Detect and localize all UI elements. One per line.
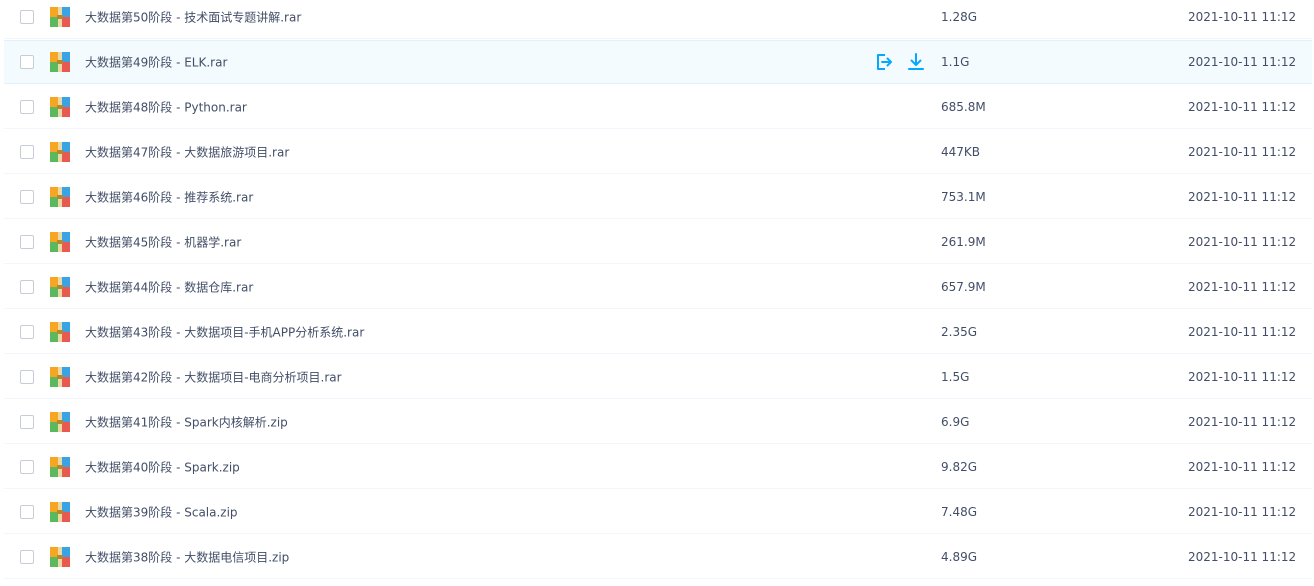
file-time: 2021-10-11 11:12 bbox=[1188, 234, 1297, 249]
file-name[interactable]: 大数据第43阶段 - 大数据项目-手机APP分析系统.rar bbox=[85, 323, 364, 340]
file-size: 1.28G bbox=[941, 9, 978, 24]
row-actions bbox=[874, 52, 926, 72]
file-time: 2021-10-11 11:12 bbox=[1188, 279, 1297, 294]
share-icon[interactable] bbox=[874, 52, 894, 72]
file-time: 2021-10-11 11:12 bbox=[1188, 504, 1297, 519]
file-name[interactable]: 大数据第38阶段 - 大数据电信项目.zip bbox=[85, 548, 289, 565]
file-name[interactable]: 大数据第41阶段 - Spark内核解析.zip bbox=[85, 413, 288, 430]
row-checkbox[interactable] bbox=[20, 549, 34, 564]
file-size: 6.9G bbox=[941, 414, 970, 429]
archive-icon bbox=[50, 411, 70, 432]
file-time: 2021-10-11 11:12 bbox=[1188, 459, 1297, 474]
archive-icon bbox=[50, 321, 70, 342]
archive-icon bbox=[50, 52, 70, 72]
file-size: 1.1G bbox=[941, 55, 970, 69]
file-time: 2021-10-11 11:12 bbox=[1188, 549, 1297, 564]
file-row[interactable]: 大数据第49阶段 - ELK.rar 1.1G 2021-10-11 11:12 bbox=[4, 40, 1312, 84]
file-row[interactable]: 大数据第44阶段 - 数据仓库.rar 657.9M 2021-10-11 11… bbox=[4, 265, 1312, 309]
file-time: 2021-10-11 11:12 bbox=[1188, 324, 1297, 339]
row-checkbox[interactable] bbox=[20, 189, 34, 204]
file-row[interactable]: 大数据第40阶段 - Spark.zip 9.82G 2021-10-11 11… bbox=[4, 445, 1312, 489]
archive-icon bbox=[50, 366, 70, 387]
row-checkbox[interactable] bbox=[20, 279, 34, 294]
file-size: 4.89G bbox=[941, 549, 978, 564]
file-row[interactable]: 大数据第42阶段 - 大数据项目-电商分析项目.rar 1.5G 2021-10… bbox=[4, 355, 1312, 399]
file-size: 657.9M bbox=[941, 279, 986, 294]
archive-icon bbox=[50, 276, 70, 297]
download-icon[interactable] bbox=[906, 52, 926, 72]
file-time: 2021-10-11 11:12 bbox=[1188, 9, 1297, 24]
file-size: 447KB bbox=[941, 144, 981, 159]
archive-icon bbox=[50, 546, 70, 567]
row-checkbox[interactable] bbox=[20, 414, 34, 429]
file-name[interactable]: 大数据第50阶段 - 技术面试专题讲解.rar bbox=[85, 8, 301, 25]
file-time: 2021-10-11 11:12 bbox=[1188, 99, 1297, 114]
file-row[interactable]: 大数据第48阶段 - Python.rar 685.8M 2021-10-11 … bbox=[4, 85, 1312, 129]
archive-icon bbox=[50, 456, 70, 477]
row-checkbox[interactable] bbox=[20, 234, 34, 249]
file-row[interactable]: 大数据第46阶段 - 推荐系统.rar 753.1M 2021-10-11 11… bbox=[4, 175, 1312, 219]
file-name[interactable]: 大数据第39阶段 - Scala.zip bbox=[85, 503, 238, 520]
archive-icon bbox=[50, 186, 70, 207]
file-row[interactable]: 大数据第39阶段 - Scala.zip 7.48G 2021-10-11 11… bbox=[4, 490, 1312, 534]
file-name[interactable]: 大数据第44阶段 - 数据仓库.rar bbox=[85, 278, 253, 295]
row-checkbox[interactable] bbox=[20, 504, 34, 519]
file-row[interactable]: 大数据第38阶段 - 大数据电信项目.zip 4.89G 2021-10-11 … bbox=[4, 535, 1312, 579]
row-checkbox[interactable] bbox=[20, 9, 34, 24]
file-row[interactable]: 大数据第50阶段 - 技术面试专题讲解.rar 1.28G 2021-10-11… bbox=[4, 0, 1312, 39]
file-size: 261.9M bbox=[941, 234, 986, 249]
file-name[interactable]: 大数据第45阶段 - 机器学.rar bbox=[85, 233, 241, 250]
row-checkbox[interactable] bbox=[20, 99, 34, 114]
row-checkbox[interactable] bbox=[20, 369, 34, 384]
file-time: 2021-10-11 11:12 bbox=[1188, 144, 1297, 159]
file-name[interactable]: 大数据第42阶段 - 大数据项目-电商分析项目.rar bbox=[85, 368, 342, 385]
file-name[interactable]: 大数据第46阶段 - 推荐系统.rar bbox=[85, 188, 253, 205]
file-name[interactable]: 大数据第40阶段 - Spark.zip bbox=[85, 458, 240, 475]
file-size: 753.1M bbox=[941, 189, 986, 204]
archive-icon bbox=[50, 6, 70, 27]
file-time: 2021-10-11 11:12 bbox=[1188, 369, 1297, 384]
file-size: 685.8M bbox=[941, 99, 986, 114]
file-time: 2021-10-11 11:12 bbox=[1188, 55, 1297, 69]
file-row[interactable]: 大数据第41阶段 - Spark内核解析.zip 6.9G 2021-10-11… bbox=[4, 400, 1312, 444]
file-size: 2.35G bbox=[941, 324, 978, 339]
row-checkbox[interactable] bbox=[20, 55, 34, 69]
file-time: 2021-10-11 11:12 bbox=[1188, 414, 1297, 429]
file-list: 大数据第50阶段 - 技术面试专题讲解.rar 1.28G 2021-10-11… bbox=[0, 0, 1314, 586]
file-name[interactable]: 大数据第49阶段 - ELK.rar bbox=[85, 54, 227, 71]
file-row[interactable]: 大数据第43阶段 - 大数据项目-手机APP分析系统.rar 2.35G 202… bbox=[4, 310, 1312, 354]
file-size: 9.82G bbox=[941, 459, 978, 474]
row-checkbox[interactable] bbox=[20, 459, 34, 474]
file-row[interactable]: 大数据第47阶段 - 大数据旅游项目.rar 447KB 2021-10-11 … bbox=[4, 130, 1312, 174]
file-time: 2021-10-11 11:12 bbox=[1188, 189, 1297, 204]
file-row[interactable]: 大数据第45阶段 - 机器学.rar 261.9M 2021-10-11 11:… bbox=[4, 220, 1312, 264]
file-name[interactable]: 大数据第47阶段 - 大数据旅游项目.rar bbox=[85, 143, 289, 160]
archive-icon bbox=[50, 501, 70, 522]
file-size: 1.5G bbox=[941, 369, 970, 384]
archive-icon bbox=[50, 96, 70, 117]
row-checkbox[interactable] bbox=[20, 144, 34, 159]
file-name[interactable]: 大数据第48阶段 - Python.rar bbox=[85, 98, 247, 115]
row-checkbox[interactable] bbox=[20, 324, 34, 339]
archive-icon bbox=[50, 141, 70, 162]
file-size: 7.48G bbox=[941, 504, 978, 519]
archive-icon bbox=[50, 231, 70, 252]
